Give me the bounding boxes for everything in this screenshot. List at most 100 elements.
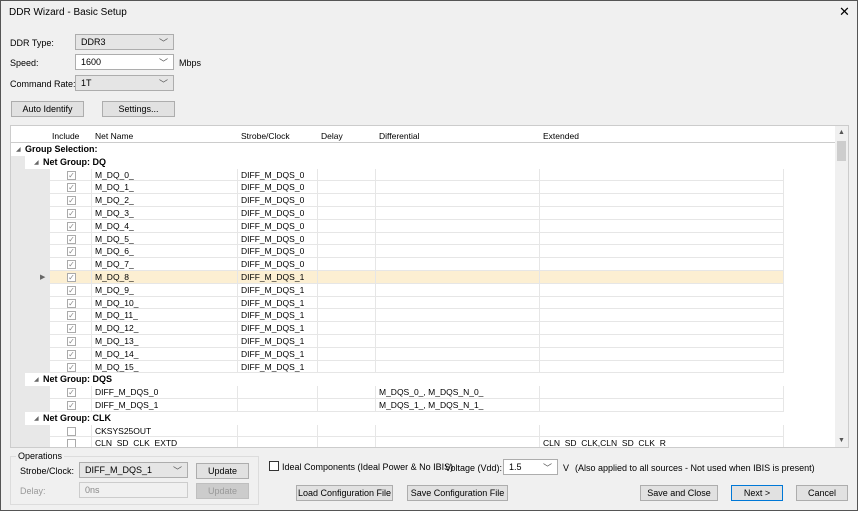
strobe-clock-cell[interactable]: DIFF_M_DQS_0 <box>238 219 318 233</box>
net-group-row[interactable]: ◢ Net Group: DQ <box>11 155 837 169</box>
include-checkbox[interactable]: ✓ <box>67 324 76 334</box>
extended-cell[interactable] <box>540 207 784 220</box>
net-name-cell[interactable]: M_DQ_2_ <box>92 194 238 207</box>
net-name-cell[interactable]: M_DQ_9_ <box>92 283 238 297</box>
strobe-clock-cell[interactable]: DIFF_M_DQS_0 <box>238 258 318 271</box>
extended-cell[interactable] <box>540 245 784 259</box>
include-checkbox[interactable]: ✓ <box>67 247 76 257</box>
delay-cell[interactable] <box>318 283 376 297</box>
net-row[interactable]: M_DQ_9_ DIFF_M_DQS_1 ✓ <box>11 283 837 297</box>
strobe-clock-cell[interactable]: DIFF_M_DQS_0 <box>238 232 318 246</box>
net-name-cell[interactable]: M_DQ_11_ <box>92 309 238 323</box>
delay-cell[interactable] <box>318 219 376 233</box>
differential-cell[interactable] <box>376 360 540 374</box>
cancel-button[interactable]: Cancel <box>796 485 848 501</box>
speed-select[interactable]: 1600 ﹀ <box>75 54 174 70</box>
strobe-clock-select[interactable]: DIFF_M_DQS_1 ﹀ <box>79 462 188 478</box>
voltage-select[interactable]: 1.5 ﹀ <box>503 459 558 475</box>
differential-cell[interactable] <box>376 296 540 310</box>
extended-cell[interactable] <box>540 168 784 182</box>
net-name-cell[interactable]: DIFF_M_DQS_0 <box>92 386 238 399</box>
net-row[interactable]: M_DQ_10_ DIFF_M_DQS_1 ✓ <box>11 296 837 310</box>
delay-cell[interactable] <box>318 245 376 259</box>
group-selection-row[interactable]: ◢ Group Selection: <box>11 143 837 156</box>
expand-collapse-icon[interactable]: ◢ <box>16 146 21 153</box>
include-checkbox[interactable]: ✓ <box>67 337 76 346</box>
differential-cell[interactable] <box>376 258 540 271</box>
differential-cell[interactable]: M_DQS_1_, M_DQS_N_1_ <box>376 399 540 412</box>
delay-cell[interactable] <box>318 347 376 361</box>
net-name-cell[interactable]: M_DQ_12_ <box>92 322 238 335</box>
differential-cell[interactable]: M_DQS_0_, M_DQS_N_0_ <box>376 386 540 399</box>
include-checkbox[interactable]: ✓ <box>67 209 76 218</box>
net-row[interactable]: M_DQ_11_ DIFF_M_DQS_1 ✓ <box>11 309 837 323</box>
net-row[interactable]: M_DQ_13_ DIFF_M_DQS_1 ✓ <box>11 335 837 348</box>
strobe-clock-cell[interactable]: DIFF_M_DQS_1 <box>238 322 318 335</box>
include-checkbox[interactable]: ✓ <box>67 298 76 308</box>
net-row[interactable]: M_DQ_2_ DIFF_M_DQS_0 ✓ <box>11 194 837 207</box>
row-header[interactable] <box>11 245 50 259</box>
extended-cell[interactable] <box>540 271 784 284</box>
delay-cell[interactable] <box>318 258 376 271</box>
strobe-clock-cell[interactable] <box>238 424 318 438</box>
delay-cell[interactable] <box>318 181 376 195</box>
row-header[interactable] <box>11 207 50 220</box>
include-checkbox[interactable]: ✓ <box>67 285 76 295</box>
strobe-clock-cell[interactable]: DIFF_M_DQS_0 <box>238 207 318 220</box>
net-row[interactable]: M_DQ_0_ DIFF_M_DQS_0 ✓ <box>11 168 837 182</box>
extended-cell[interactable] <box>540 309 784 323</box>
row-header[interactable] <box>11 386 50 399</box>
include-checkbox[interactable]: ✓ <box>67 221 76 231</box>
row-header[interactable] <box>11 322 50 335</box>
col-include[interactable]: Include <box>52 131 79 141</box>
include-checkbox[interactable]: ✓ <box>67 183 76 193</box>
delay-cell[interactable] <box>318 437 376 447</box>
next-button[interactable]: Next > <box>731 485 783 501</box>
row-header[interactable] <box>11 360 50 374</box>
expand-collapse-icon[interactable]: ◢ <box>34 159 39 166</box>
save-config-button[interactable]: Save Configuration File <box>407 485 508 501</box>
row-header[interactable] <box>11 437 50 447</box>
differential-cell[interactable] <box>376 309 540 323</box>
row-header[interactable] <box>11 194 50 207</box>
delay-cell[interactable] <box>318 424 376 438</box>
differential-cell[interactable] <box>376 168 540 182</box>
strobe-clock-cell[interactable]: DIFF_M_DQS_1 <box>238 360 318 374</box>
ideal-components-checkbox[interactable] <box>269 461 279 471</box>
col-net-name[interactable]: Net Name <box>95 131 133 141</box>
extended-cell[interactable] <box>540 347 784 361</box>
include-checkbox[interactable]: ✓ <box>67 362 76 372</box>
net-name-cell[interactable]: M_DQ_8_ <box>92 271 238 284</box>
include-checkbox[interactable]: ✓ <box>67 349 76 359</box>
delay-cell[interactable] <box>318 386 376 399</box>
net-row[interactable]: M_DQ_14_ DIFF_M_DQS_1 ✓ <box>11 347 837 361</box>
ddr-type-select[interactable]: DDR3 ﹀ <box>75 34 174 50</box>
net-row[interactable]: M_DQ_6_ DIFF_M_DQS_0 ✓ <box>11 245 837 259</box>
net-row[interactable]: ▶ M_DQ_8_ DIFF_M_DQS_1 ✓ <box>11 271 837 284</box>
differential-cell[interactable] <box>376 424 540 438</box>
row-header[interactable] <box>11 335 50 348</box>
net-row[interactable]: DIFF_M_DQS_0 M_DQS_0_, M_DQS_N_0_ ✓ <box>11 386 837 399</box>
extended-cell[interactable] <box>540 219 784 233</box>
row-header[interactable] <box>11 399 50 412</box>
row-header[interactable] <box>11 258 50 271</box>
differential-cell[interactable] <box>376 322 540 335</box>
row-header[interactable] <box>11 168 50 182</box>
net-row[interactable]: M_DQ_3_ DIFF_M_DQS_0 ✓ <box>11 207 837 220</box>
differential-cell[interactable] <box>376 437 540 447</box>
delay-cell[interactable] <box>318 194 376 207</box>
net-name-cell[interactable]: M_DQ_4_ <box>92 219 238 233</box>
row-header[interactable] <box>11 283 50 297</box>
vertical-scrollbar[interactable]: ▲ ▼ <box>835 126 848 447</box>
delay-input[interactable]: 0ns <box>79 482 188 498</box>
delay-cell[interactable] <box>318 296 376 310</box>
differential-cell[interactable] <box>376 283 540 297</box>
net-name-cell[interactable]: CLN_SD_CLK_EXTD <box>92 437 238 447</box>
col-extended[interactable]: Extended <box>543 131 579 141</box>
include-checkbox[interactable]: ✓ <box>67 234 76 244</box>
extended-cell[interactable] <box>540 399 784 412</box>
net-row[interactable]: M_DQ_7_ DIFF_M_DQS_0 ✓ <box>11 258 837 271</box>
extended-cell[interactable] <box>540 258 784 271</box>
net-name-cell[interactable]: M_DQ_15_ <box>92 360 238 374</box>
command-rate-select[interactable]: 1T ﹀ <box>75 75 174 91</box>
